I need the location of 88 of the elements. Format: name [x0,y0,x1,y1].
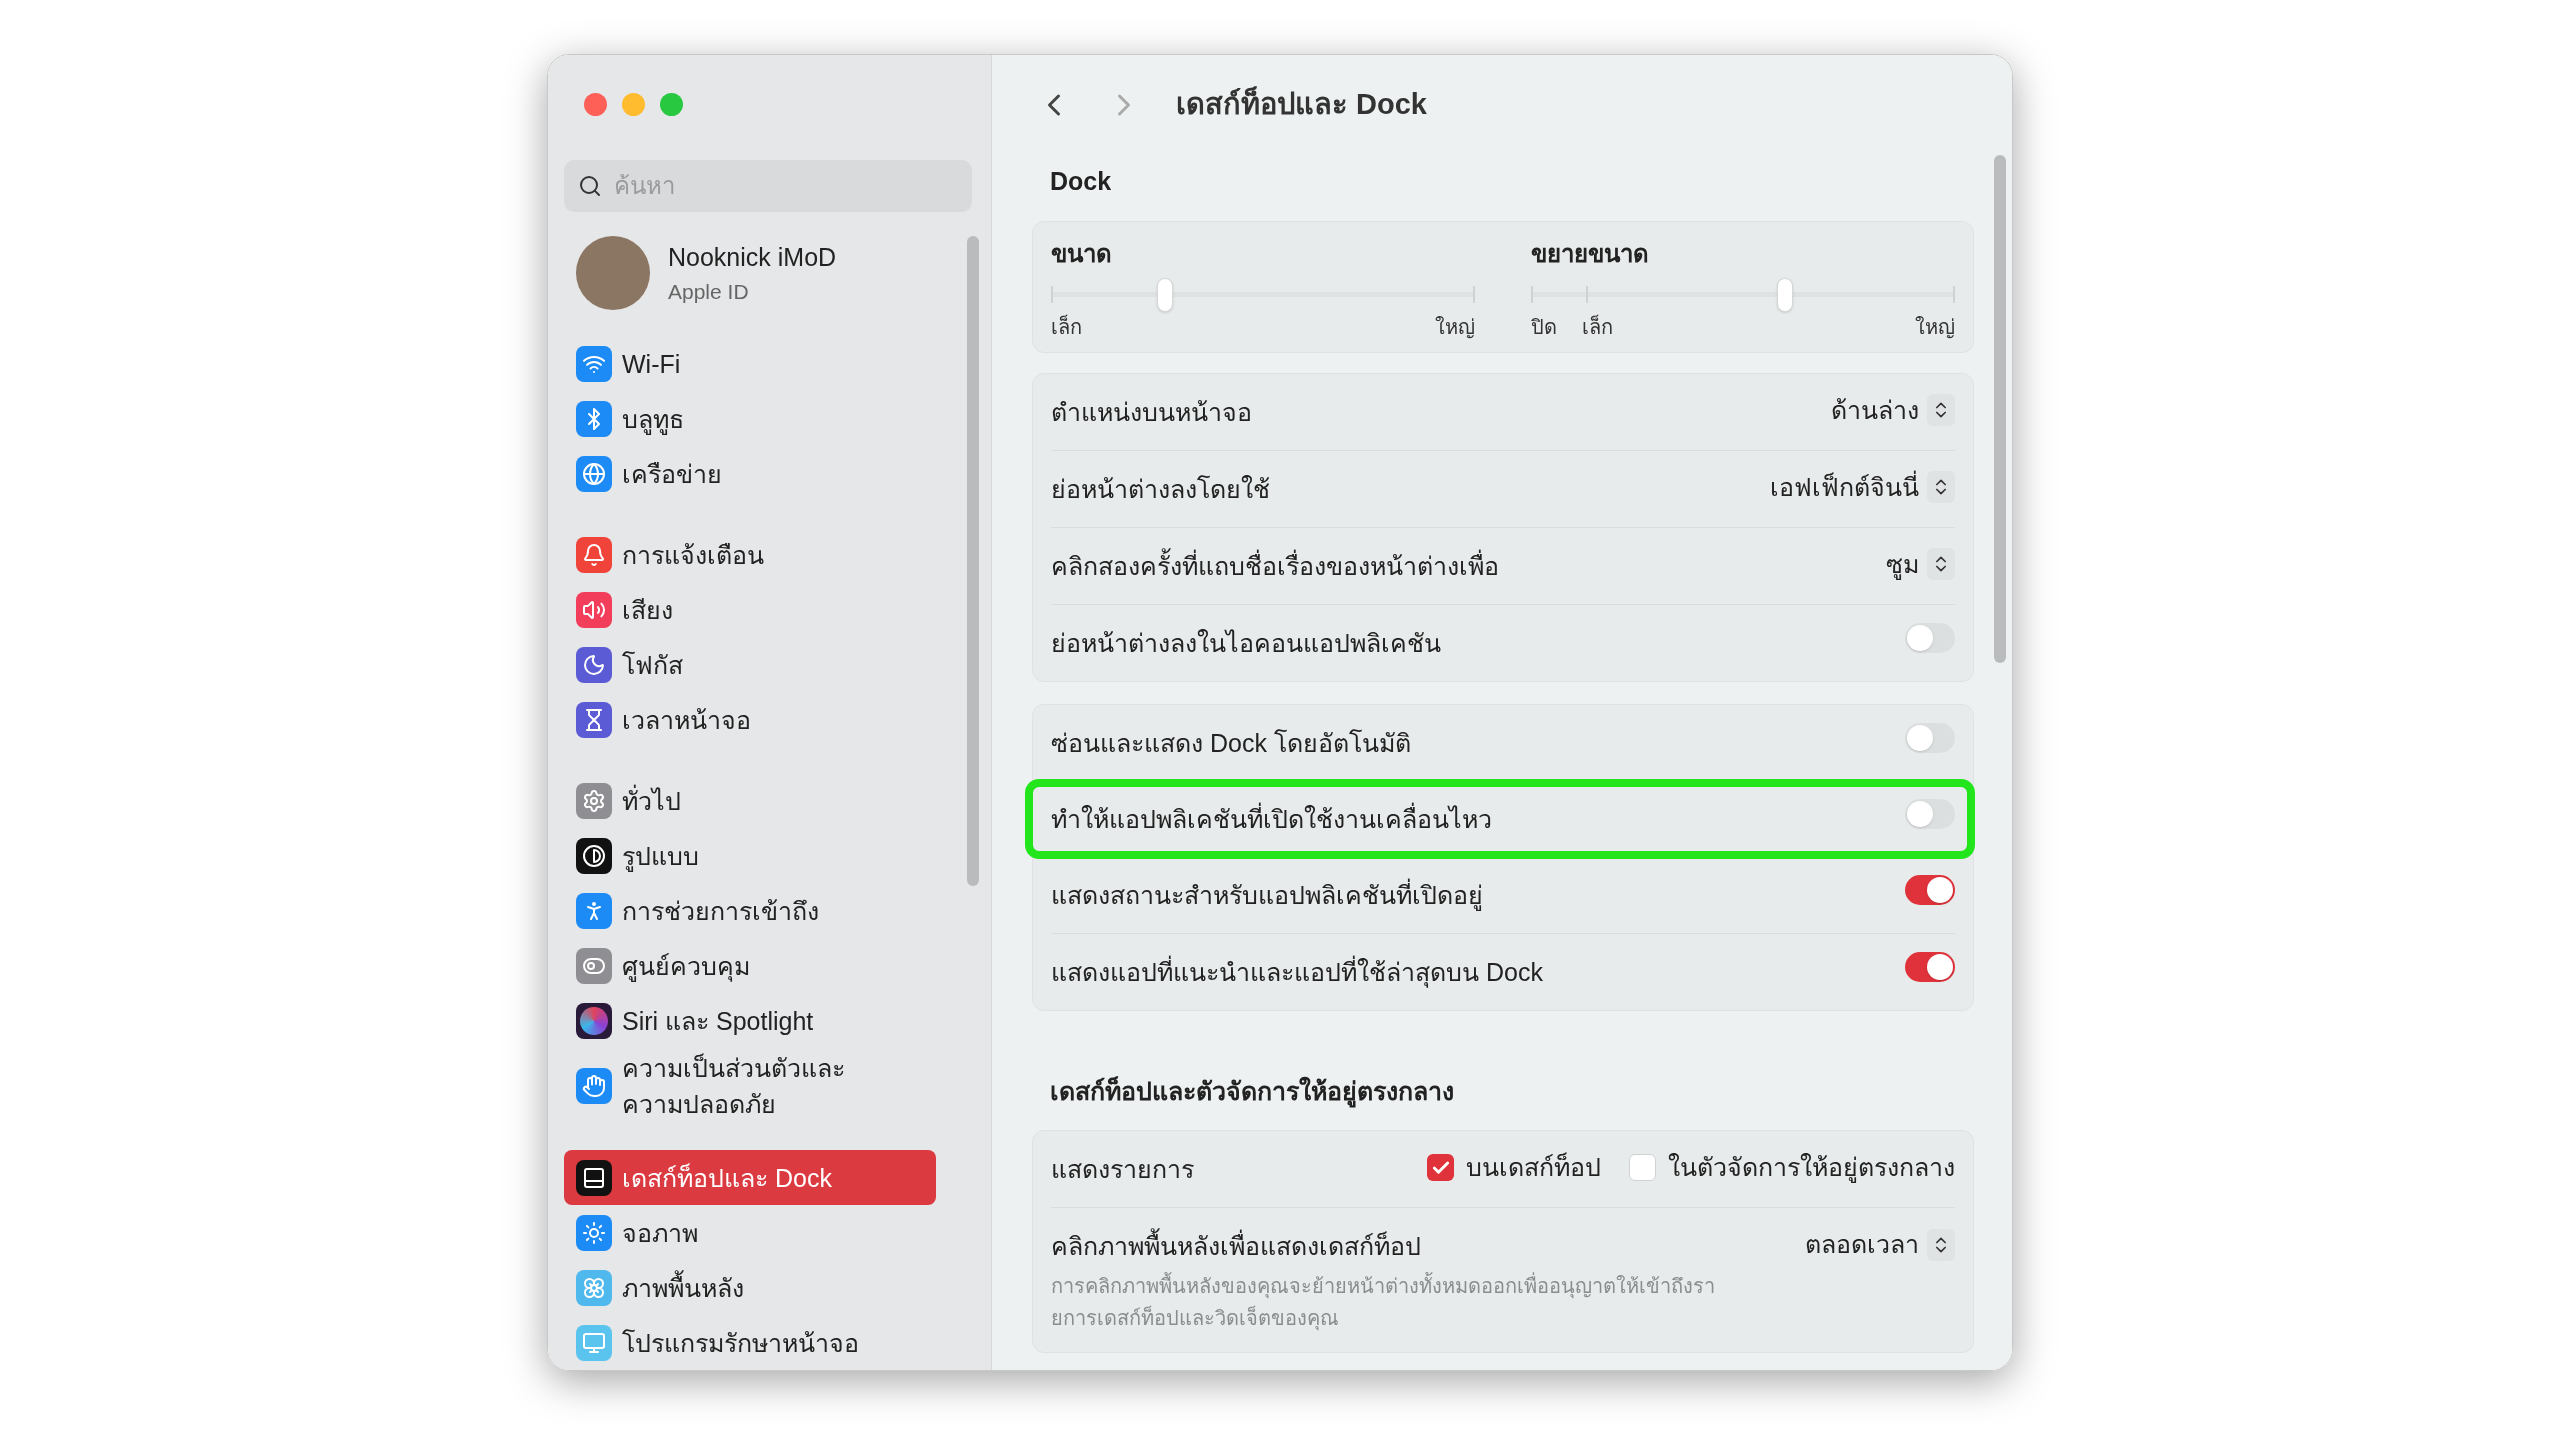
settings-category-icon [576,536,612,573]
updown-icon [1927,471,1955,504]
zoom-button[interactable] [660,93,683,116]
popup-value: ด้านล่าง [1831,394,1919,426]
popup-value: ตลอดเวลา [1805,1229,1919,1260]
slider-thumb[interactable] [1777,277,1794,312]
checkbox[interactable] [1629,1154,1656,1182]
setting-label: ทำให้แอปพลิเคชันที่เปิดใช้งานเคลื่อนไหว [1051,801,1492,835]
toggle-switch[interactable] [1905,874,1955,905]
slider-tick-label: เล็ก [1582,313,1614,340]
slider-tick-label: ใหญ่ [1435,314,1475,341]
search-field[interactable]: ค้นหา [564,160,972,212]
sidebar-item[interactable]: เดสก์ท็อปและ Dock [564,1150,936,1205]
popup-menu[interactable]: ด้านล่าง [1831,391,1955,429]
popup-menu[interactable]: ซูม [1886,545,1955,583]
close-button[interactable] [584,93,607,116]
account-subtitle: Apple ID [668,279,750,305]
search-icon [578,174,602,198]
sidebar-item[interactable]: ทั่วไป [564,773,936,828]
setting-label: คลิกภาพพื้นหลังเพื่อแสดงเดสก์ท็อป [1051,1228,1715,1266]
sidebar-item[interactable]: ศูนย์ควบคุม [564,938,936,993]
setting-label: คลิกสองครั้งที่แถบชื่อเรื่องของหน้าต่างเพื่อ [1051,547,1499,585]
settings-category-icon [576,591,612,628]
settings-category-icon [576,892,612,929]
popup-menu[interactable]: เอฟเฟ็กต์จินนี่ [1770,468,1955,506]
settings-category-icon [576,400,612,437]
popup-menu[interactable]: ตลอดเวลา [1805,1226,1955,1264]
sidebar-item[interactable]: เวลาหน้าจอ [564,692,936,747]
updown-icon [1927,1228,1955,1261]
slider-label: ขนาด [1051,238,1113,269]
settings-category-icon [576,1068,612,1104]
account-name: Nooknick iMoD [668,241,837,273]
settings-category-icon [576,782,612,819]
sidebar-item[interactable]: บลูทูธ [564,391,936,446]
sidebar-item[interactable]: Siri และ Spotlight [564,993,936,1048]
sidebar-item[interactable]: การช่วยการเข้าถึง [564,883,936,938]
sidebar-item[interactable]: โฟกัส [564,637,936,692]
scrollbar-thumb[interactable] [967,236,979,886]
section-heading: Dock [1049,166,1113,197]
setting-label: แสดงสถานะสำหรับแอปพลิเคชันที่เปิดอยู่ [1051,877,1483,913]
updown-icon [1927,394,1955,427]
settings-category-icon [576,1269,612,1306]
checkbox[interactable] [1427,1154,1454,1182]
setting-label: ตำแหน่งบนหน้าจอ [1051,396,1252,428]
sidebar-item[interactable]: เครือข่าย [564,446,936,501]
popup-value: ซูม [1886,548,1919,582]
sidebar-item[interactable]: การแจ้งเตือน [564,527,936,582]
sidebar-item[interactable]: จอภาพ [564,1205,936,1260]
settings-category-icon [576,1324,612,1361]
popup-value: เอฟเฟ็กต์จินนี่ [1770,469,1919,503]
settings-category-icon [576,345,612,382]
slider-thumb[interactable] [1157,277,1174,312]
setting-label: ย่อหน้าต่างลงโดยใช้ [1051,473,1270,505]
settings-category-icon [576,947,612,984]
minimize-button[interactable] [622,93,645,116]
checkbox-label: บนเดสก์ท็อป [1466,1151,1601,1183]
setting-label: แสดงแอปที่แนะนำและแอปที่ใช้ล่าสุดบน Dock [1051,954,1543,990]
slider-tick-label: ปิด [1531,314,1557,340]
slider-tick-label: ใหญ่ [1915,314,1955,341]
section-heading: เดสก์ท็อปและตัวจัดการให้อยู่ตรงกลาง [1032,1072,1974,1110]
slider-tick-label: เล็ก [1051,313,1082,340]
settings-category-icon [576,1159,612,1196]
toggle-switch[interactable] [1905,798,1955,829]
updown-icon [1927,548,1955,581]
toggle-switch[interactable] [1905,622,1955,653]
sidebar-item[interactable]: ความเป็นส่วนตัวและ ความปลอดภัย [564,1048,936,1124]
sidebar-item[interactable]: รูปแบบ [564,828,936,883]
checkbox-label: ในตัวจัดการให้อยู่ตรงกลาง [1668,1152,1955,1185]
settings-category-icon [576,455,612,492]
sidebar-item[interactable]: Wi-Fi [564,336,936,391]
settings-category-icon [576,646,612,683]
settings-category-icon [576,837,612,874]
settings-category-icon [576,701,612,738]
sidebar-item[interactable]: โปรแกรมรักษาหน้าจอ [564,1315,936,1370]
toggle-switch[interactable] [1905,722,1955,753]
slider-label: ขยายขนาด [1531,238,1650,269]
setting-label: ซ่อนและแสดง Dock โดยอัตโนมัติ [1051,727,1411,759]
scrollbar-thumb[interactable] [1994,155,2006,663]
settings-category-icon [576,1214,612,1251]
page-title: เดสก์ท็อปและ Dock [1176,85,1427,123]
toggle-switch[interactable] [1905,951,1955,982]
setting-label: ย่อหน้าต่างลงในไอคอนแอปพลิเคชัน [1051,627,1441,659]
account-item[interactable]: Nooknick iMoD Apple ID [564,236,967,310]
setting-description: การคลิกภาพพื้นหลังของคุณจะย้ายหน้าต่างทั้งหมดออกเพื่ออนุญาตให้เข้าถึงรา ยการเดสก์ท็อปและวิดเจ็ตของคุณ [1051,1271,1715,1333]
setting-label: แสดงรายการ [1051,1154,1194,1185]
sidebar-item[interactable]: เสียง [564,582,936,637]
sidebar-item[interactable]: ภาพพื้นหลัง [564,1260,936,1315]
siri-orb-icon [576,1002,612,1039]
